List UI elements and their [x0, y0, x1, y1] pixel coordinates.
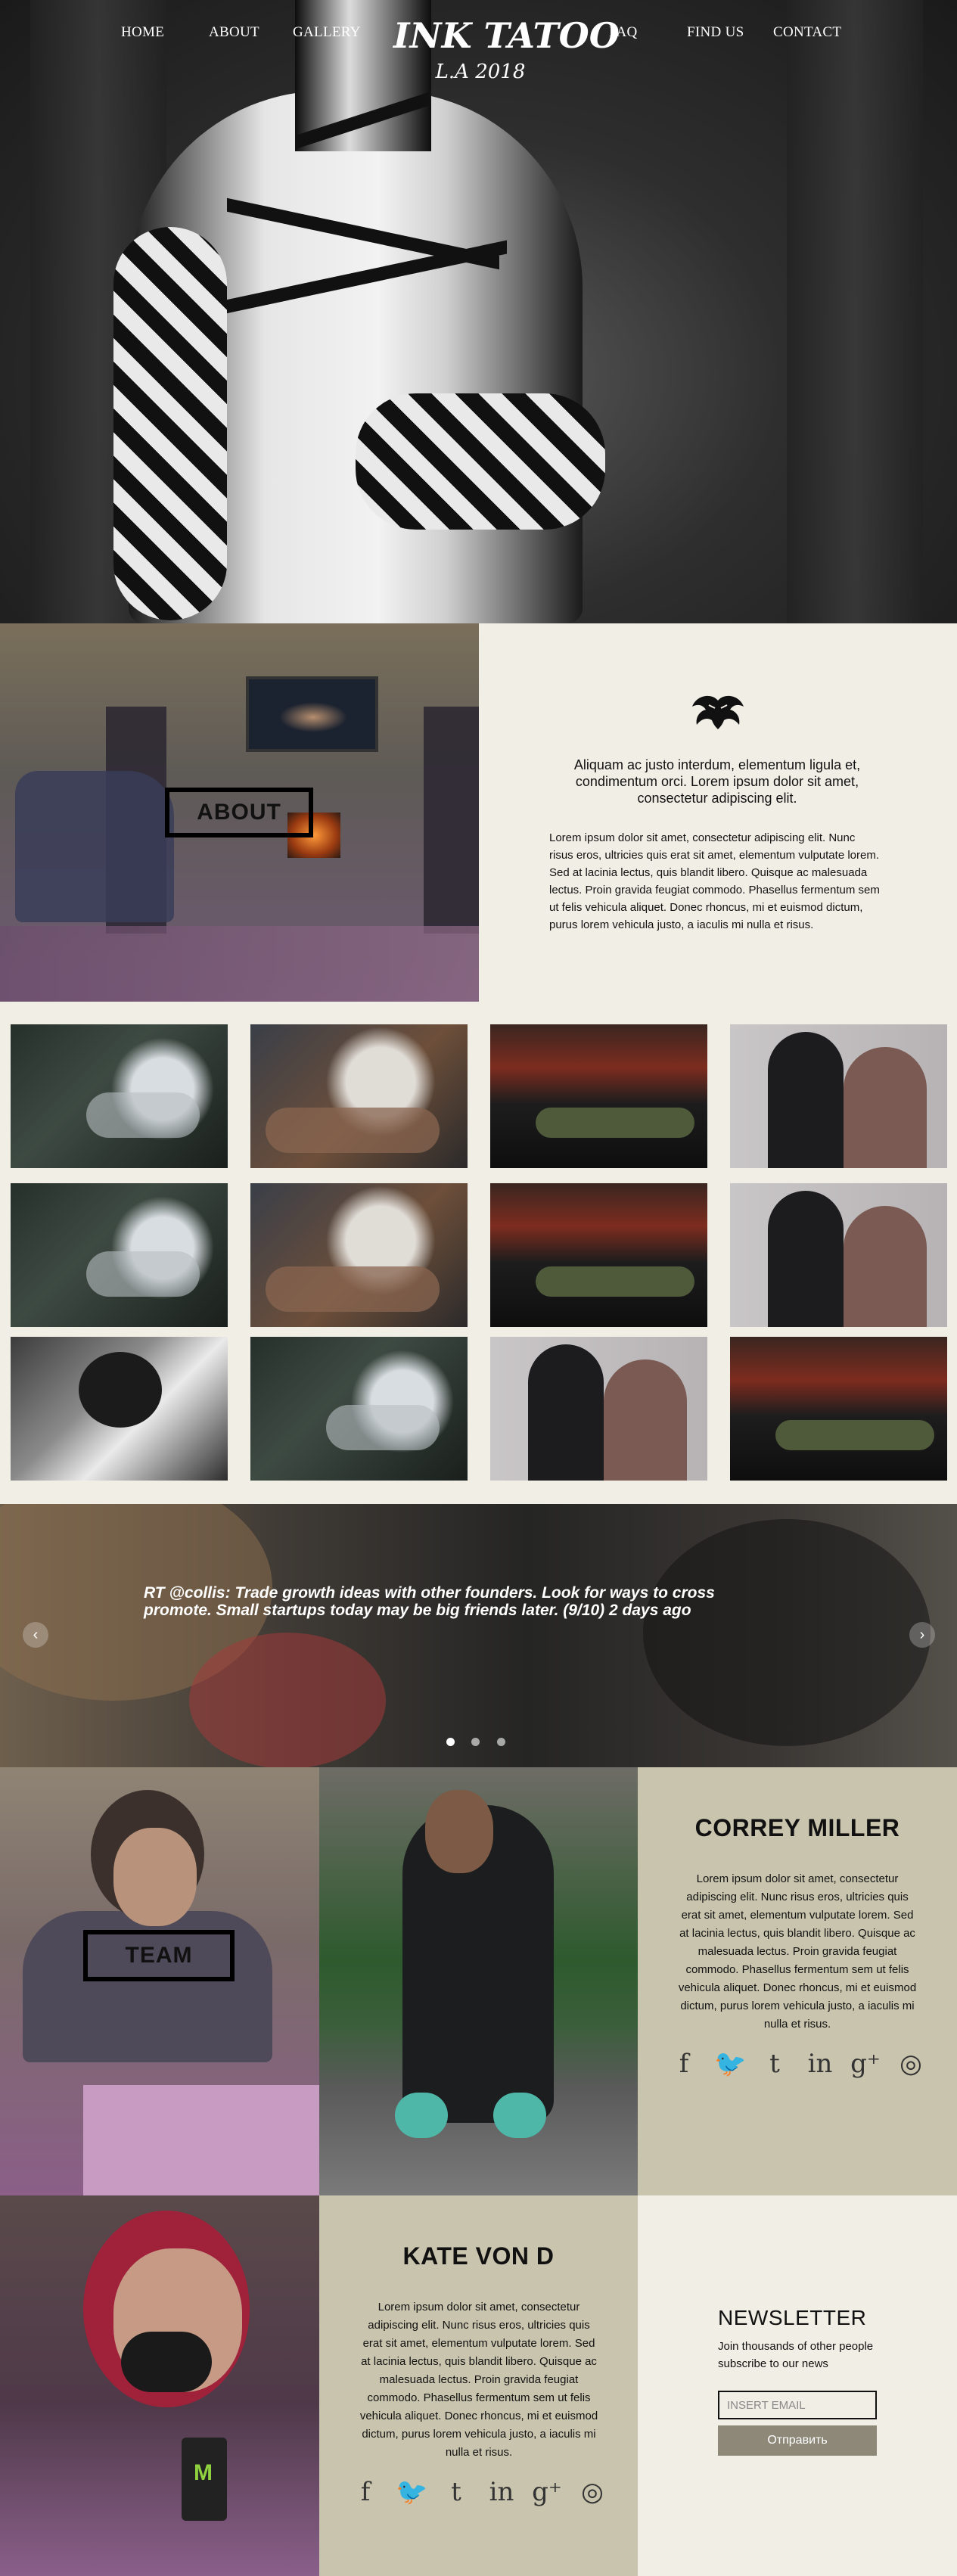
correy-miller-card: CORREY MILLER Lorem ipsum dolor sit amet…: [638, 1767, 957, 2195]
nav-find-us[interactable]: FIND US: [687, 24, 744, 41]
about-body-text: Lorem ipsum dolor sit amet, consectetur …: [549, 831, 880, 931]
tumblr-icon[interactable]: t: [760, 2049, 790, 2079]
slider-bg-shape: [189, 1633, 386, 1767]
slider-next-button[interactable]: ›: [909, 1622, 935, 1648]
newsletter-panel: NEWSLETTER Join thousands of other peopl…: [639, 2195, 957, 2576]
gallery-item-8[interactable]: [730, 1183, 947, 1327]
member-bio: Lorem ipsum dolor sit amet, consectetur …: [678, 1872, 917, 2031]
gallery-item-12[interactable]: [730, 1337, 947, 1481]
tv-glow: [279, 702, 347, 732]
studio-floor: [0, 926, 479, 1002]
about-heading: ABOUT: [165, 788, 313, 837]
gallery-item-10[interactable]: [250, 1337, 468, 1481]
email-field[interactable]: [718, 2391, 877, 2419]
hero-curtain-right: [787, 0, 923, 623]
gallery-item-4[interactable]: [730, 1024, 947, 1168]
gallery-item-3[interactable]: [490, 1024, 707, 1168]
about-text-panel: Aliquam ac justo interdum, elementum lig…: [479, 623, 957, 1002]
social-links: f 🐦 t in g⁺ ◎: [350, 2477, 607, 2507]
tumblr-icon[interactable]: t: [441, 2477, 471, 2507]
twitter-icon[interactable]: 🐦: [396, 2477, 427, 2507]
gallery-item-7[interactable]: [490, 1183, 707, 1327]
gallery-item-11[interactable]: [490, 1337, 707, 1481]
slider-dot-1[interactable]: [446, 1738, 455, 1746]
artist-face: [113, 1828, 197, 1926]
kate-von-d-photo: [0, 2195, 319, 2576]
tattooed-arm-crossed: [356, 393, 605, 530]
artist-table: [83, 2085, 319, 2195]
correy-miller-photo: [319, 1767, 638, 2195]
facebook-icon[interactable]: f: [350, 2477, 381, 2507]
slider-bg-shape: [643, 1519, 931, 1746]
instagram-icon[interactable]: ◎: [577, 2477, 607, 2507]
gallery-item-6[interactable]: [250, 1183, 468, 1327]
correy-face: [425, 1790, 493, 1873]
slider-prev-button[interactable]: ‹: [23, 1622, 48, 1648]
nav-home[interactable]: HOME: [121, 24, 164, 41]
social-links: f 🐦 t in g⁺ ◎: [669, 2049, 926, 2079]
team-artist-image: [0, 1767, 319, 2195]
google-plus-icon[interactable]: g⁺: [850, 2049, 881, 2079]
gallery-item-5[interactable]: [11, 1183, 228, 1327]
about-lead-text: Aliquam ac justo interdum, elementum lig…: [573, 757, 861, 806]
tattoo-chair: [15, 771, 174, 922]
nav-about[interactable]: ABOUT: [209, 24, 259, 41]
gallery-item-2[interactable]: [250, 1024, 468, 1168]
google-plus-icon[interactable]: g⁺: [532, 2477, 562, 2507]
member-name: KATE VON D: [402, 2242, 555, 2270]
brand-logo[interactable]: INK TATOO: [393, 15, 620, 56]
twitter-icon[interactable]: 🐦: [714, 2049, 746, 2079]
energy-drink-can: [182, 2438, 227, 2521]
tweet-text: RT @collis: Trade growth ideas with othe…: [144, 1584, 715, 1619]
facebook-icon[interactable]: f: [669, 2049, 699, 2079]
brand[interactable]: INK TATOO L.A 2018: [393, 15, 620, 83]
kate-von-d-card: KATE VON D Lorem ipsum dolor sit amet, c…: [319, 2195, 638, 2576]
member-name: CORREY MILLER: [694, 1814, 900, 1841]
gallery-item-1[interactable]: [11, 1024, 228, 1168]
correy-shoe: [395, 2093, 448, 2138]
newsletter-description: Join thousands of other people subscribe…: [718, 2340, 874, 2370]
slider-dot-2[interactable]: [471, 1738, 480, 1746]
slider-dot-3[interactable]: [496, 1738, 505, 1746]
kate-mask: [121, 2332, 212, 2392]
newsletter-title: NEWSLETTER: [718, 2306, 867, 2329]
hero-section: HOME ABOUT GALLERY FAQ FIND US CONTACT I…: [0, 0, 957, 623]
correy-shoe: [493, 2093, 546, 2138]
nav-contact[interactable]: CONTACT: [773, 24, 841, 41]
slider-pagination: [446, 1736, 519, 1750]
studio-shelf: [424, 707, 479, 934]
linkedin-icon[interactable]: in: [805, 2049, 835, 2079]
gallery-section: [0, 1002, 957, 1504]
tweet-slider: ‹ RT @collis: Trade growth ideas with ot…: [0, 1504, 957, 1767]
studio-tv: [246, 676, 378, 752]
gallery-item-9[interactable]: [11, 1337, 228, 1481]
subscribe-button[interactable]: Отправить: [718, 2425, 877, 2456]
instagram-icon[interactable]: ◎: [896, 2049, 926, 2079]
tattooed-arm-left: [113, 227, 227, 620]
dragon-logo-icon: [692, 695, 744, 729]
linkedin-icon[interactable]: in: [486, 2477, 517, 2507]
brand-subtitle: L.A 2018: [435, 61, 526, 83]
member-bio: Lorem ipsum dolor sit amet, consectetur …: [359, 2301, 598, 2459]
team-heading: TEAM: [83, 1930, 235, 1981]
nav-gallery[interactable]: GALLERY: [293, 24, 361, 41]
